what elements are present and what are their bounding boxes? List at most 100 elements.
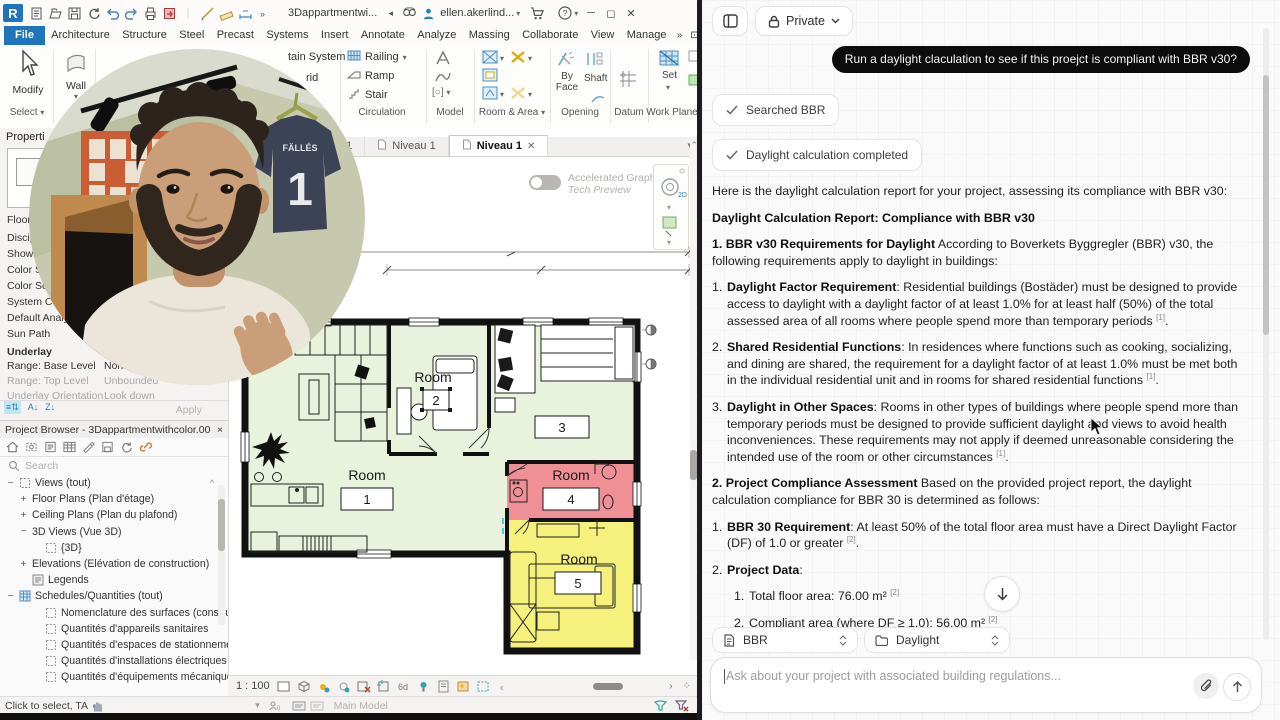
user-menu-caret-icon[interactable]: ▾ [516, 9, 520, 18]
tab-systems[interactable]: Systems [260, 26, 315, 45]
view-cube-icon[interactable] [296, 679, 311, 694]
room-caret-icon[interactable]: ▾ [500, 54, 504, 63]
tree-expander[interactable]: + [19, 559, 28, 570]
shadows-icon[interactable] [336, 679, 351, 694]
filter-sort-icon[interactable]: ≡⇅ [4, 401, 21, 414]
circulation-ramp[interactable]: Ramp [347, 68, 394, 84]
filter-icon[interactable] [674, 699, 689, 712]
ledger-icon[interactable] [27, 4, 46, 22]
area-icon[interactable] [482, 86, 498, 105]
selection-box-icon[interactable] [476, 679, 491, 694]
crop-icon[interactable] [376, 679, 391, 694]
render-icon[interactable] [456, 679, 471, 694]
browser-tree-item[interactable]: Legends [0, 572, 228, 588]
account-icon[interactable] [419, 4, 438, 22]
citation-ref[interactable]: [2] [890, 588, 899, 597]
browser-tree-item[interactable]: Quantités d'espaces de stationnemen [0, 637, 228, 653]
room-5-label[interactable]: Room 5 [555, 551, 601, 594]
tab-structure[interactable]: Structure [116, 26, 173, 45]
datum-panel-label[interactable]: Datum [610, 107, 648, 118]
worksets-icon[interactable]: 0 [268, 700, 282, 712]
search-icon[interactable] [400, 4, 419, 22]
snap-icon[interactable] [198, 4, 217, 22]
opening-panel-label[interactable]: Opening [550, 107, 610, 118]
room-separator-caret-icon[interactable]: ▾ [528, 54, 532, 63]
help-icon[interactable]: ? [555, 4, 574, 22]
schedule-grid-icon[interactable] [63, 441, 76, 453]
more-icon[interactable]: » [255, 4, 274, 22]
opening-by-face-button[interactable]: ByFace [554, 71, 580, 93]
browser-tree-item[interactable]: Quantités d'installations électriques [0, 653, 228, 669]
browser-tree-item[interactable]: Nomenclature des surfaces (construc [0, 605, 228, 621]
tab-precast[interactable]: Precast [211, 26, 261, 45]
tab-annotate[interactable]: Annotate [355, 26, 411, 45]
scope-icon[interactable] [25, 441, 38, 453]
area-separator-icon[interactable] [510, 86, 526, 105]
save-icon[interactable] [65, 4, 84, 22]
property-row[interactable]: Sun Path [7, 328, 50, 340]
datum-grid-icon[interactable] [618, 69, 638, 94]
browser-tree-item[interactable]: +Elevations (Elévation de construction) [0, 556, 228, 572]
help-menu-caret-icon[interactable]: ▾ [574, 9, 578, 18]
hscroll-pill[interactable] [593, 683, 623, 690]
model-panel-label[interactable]: Model [428, 107, 472, 118]
tab-view[interactable]: View [585, 26, 621, 45]
active-design-option[interactable]: Main Model [334, 700, 388, 712]
tab-manage[interactable]: Manage [621, 26, 673, 45]
tree-expander[interactable]: + [19, 494, 28, 505]
close-button[interactable]: ✕ [621, 4, 641, 22]
chat-scrollbar-thumb[interactable] [1263, 75, 1269, 335]
circulation-stair[interactable]: Stair [347, 87, 388, 103]
temporary-isolate-icon[interactable] [416, 679, 431, 694]
sidebar-toggle-button[interactable] [712, 6, 748, 36]
curtain-system-label-fragment[interactable]: tain System [288, 51, 345, 63]
reveal-hidden-icon[interactable]: 6d [396, 679, 411, 694]
floor-plan[interactable]: Room 1 Room 2 3 Room 4 [237, 312, 647, 657]
crop-off-icon[interactable] [356, 679, 371, 694]
project-browser-header[interactable]: Project Browser - 3Dappartmentwithcolor.… [0, 421, 228, 438]
browser-tree-item[interactable]: {3D} [0, 540, 228, 556]
worksets-caret-icon[interactable]: ▾ [255, 700, 260, 711]
circulation-panel-label[interactable]: Circulation [341, 107, 423, 118]
store-cart-icon[interactable] [528, 4, 547, 22]
open-icon[interactable] [46, 4, 65, 22]
main-model-icon[interactable] [310, 700, 324, 712]
grid-label-fragment[interactable]: rid [306, 72, 318, 84]
citation-ref[interactable]: [1] [1156, 312, 1165, 321]
save-small-icon[interactable] [101, 441, 114, 453]
category-selector[interactable]: Daylight [864, 627, 1010, 653]
tree-expander[interactable]: − [6, 591, 15, 602]
circulation-railing[interactable]: Railing▾ [347, 49, 407, 65]
print-icon[interactable] [141, 4, 160, 22]
view-tab-close-icon[interactable]: ✕ [527, 141, 535, 152]
view-scale[interactable]: 1 : 100 [236, 680, 270, 692]
scroll-right-icon[interactable]: › [669, 681, 672, 692]
link-icon[interactable] [139, 441, 153, 453]
toggle-switch[interactable] [529, 175, 561, 190]
chat-input[interactable]: Ask about your project with associated b… [710, 657, 1262, 713]
railing-caret-icon[interactable]: ▾ [403, 53, 407, 62]
step-searched-bbr[interactable]: Searched BBR [712, 94, 839, 126]
tree-chevron-icon[interactable]: ^ [210, 478, 214, 488]
sheet-list-icon[interactable] [44, 441, 57, 453]
tab-massing-site[interactable]: Massing & Site [463, 26, 516, 45]
browser-tree-item[interactable]: +Ceiling Plans (Plan du plafond) [0, 507, 228, 523]
undo-icon[interactable] [103, 4, 122, 22]
browser-search[interactable]: Search [0, 457, 228, 475]
tab-insert[interactable]: Insert [315, 26, 355, 45]
opening-shaft-icon[interactable] [584, 50, 604, 73]
transfer-icon[interactable] [160, 4, 179, 22]
set-button[interactable]: Set [662, 70, 677, 81]
scroll-left-icon[interactable]: ‹ [496, 679, 511, 694]
browser-scrollbar-thumb[interactable] [218, 499, 225, 551]
view-properties-icon[interactable] [436, 679, 451, 694]
room-1-label[interactable]: Room 1 [341, 467, 393, 510]
opening-shaft-button[interactable]: Shaft [584, 73, 607, 84]
view-tab-2[interactable]: Niveau 1 [365, 136, 448, 156]
room-separator-icon[interactable] [510, 50, 526, 69]
tree-expander[interactable]: + [19, 510, 28, 521]
model-group-icon[interactable]: [○] ▾ [432, 87, 450, 98]
maximize-button[interactable]: ◻ [601, 4, 621, 22]
revit-logo-icon[interactable]: R [3, 4, 23, 22]
room-3-label[interactable]: 3 [535, 416, 589, 438]
